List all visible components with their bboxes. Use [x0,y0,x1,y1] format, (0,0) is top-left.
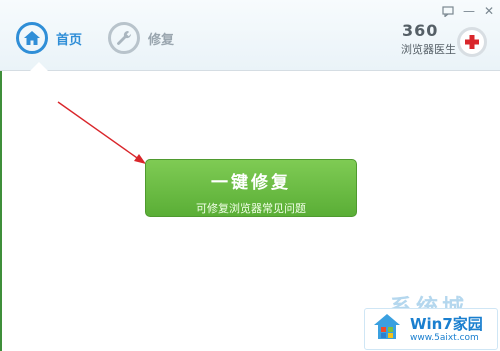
watermark-title: Win7家园 [410,315,483,333]
app-window: 首页 修复 — ✕ 360 浏览器医生 一键修复 可修复浏览器常见问题 Win7… [0,0,500,351]
watermark: 系统城 Win7家园 www.5aixt.com [350,286,500,351]
one-click-repair-button[interactable]: 一键修复 可修复浏览器常见问题 [145,159,357,217]
house-logo-icon [374,314,400,339]
watermark-url: www.5aixt.com [410,333,479,343]
repair-button-subtitle: 可修复浏览器常见问题 [196,202,306,215]
repair-button-title: 一键修复 [211,173,291,193]
